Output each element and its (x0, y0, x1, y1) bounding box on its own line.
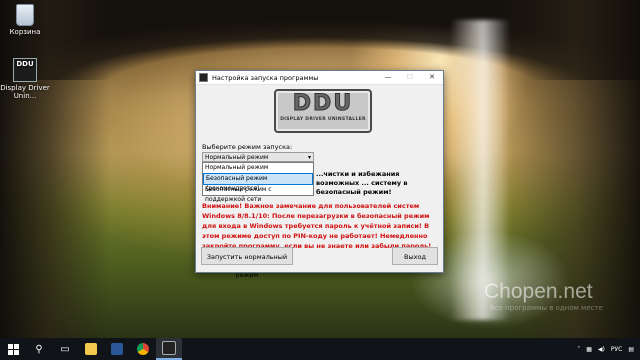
file-explorer-icon (85, 343, 97, 355)
notifications-icon[interactable]: ▤ (628, 346, 634, 353)
mode-combobox[interactable]: Нормальный режим ▾ (202, 152, 314, 162)
volume-icon[interactable]: ◀) (598, 346, 605, 353)
mode-option-safe-network[interactable]: Безопасный режим с поддержкой сети (203, 185, 313, 203)
network-icon[interactable]: ▦ (586, 346, 592, 353)
desktop-icon-ddu[interactable]: DDU Display Driver Unin... (0, 58, 50, 100)
info-text: ...чистки и избежания возможных ... сист… (316, 170, 408, 196)
minimize-button[interactable]: — (377, 71, 399, 84)
mode-option-safe[interactable]: Безопасный режим (рекомендуется) (203, 173, 313, 192)
mode-select-label: Выберите режим запуска: (202, 143, 293, 151)
ddu-icon: DDU (13, 58, 37, 82)
ddu-logo: DDU DISPLAY DRIVER UNINSTALLER (274, 89, 372, 133)
ddu-app-icon (162, 341, 176, 355)
ddu-taskbar-button[interactable] (156, 338, 182, 360)
wallpaper-cave-left (0, 0, 110, 338)
exit-button[interactable]: Выход (392, 247, 438, 265)
window-titlebar[interactable]: Настройка запуска программы — ☐ ✕ (196, 71, 443, 85)
chevron-up-icon[interactable]: ˄ (577, 346, 580, 353)
window-title: Настройка запуска программы (212, 73, 319, 82)
warning-text: Внимание! Важное замечание для пользоват… (202, 202, 432, 250)
search-icon: ⚲ (35, 343, 43, 355)
task-view-button[interactable]: ▭ (52, 338, 78, 360)
mode-combobox-value: Нормальный режим (205, 154, 269, 161)
logo-sub-text: DISPLAY DRIVER UNINSTALLER (280, 117, 366, 122)
chrome-icon (137, 343, 149, 355)
watermark-subtitle: Все программы в одном месте (490, 304, 603, 312)
chrome-button[interactable] (130, 338, 156, 360)
system-tray: ˄ ▦ ◀) РУС ▤ (577, 346, 640, 353)
logo-main-text: DDU (292, 91, 354, 117)
mode-dropdown-list: Нормальный режим Безопасный режим (реком… (202, 162, 314, 203)
task-view-icon: ▭ (60, 343, 70, 355)
start-normal-mode-button[interactable]: Запустить нормальный режим (201, 247, 293, 279)
word-icon (111, 343, 123, 355)
word-button[interactable] (104, 338, 130, 360)
launch-settings-window: Настройка запуска программы — ☐ ✕ DDU DI… (195, 70, 444, 279)
watermark: Chopen.net (484, 280, 593, 303)
close-button[interactable]: ✕ (421, 71, 443, 84)
search-button[interactable]: ⚲ (26, 338, 52, 360)
maximize-button: ☐ (406, 73, 414, 81)
file-explorer-button[interactable] (78, 338, 104, 360)
language-indicator[interactable]: РУС (611, 346, 622, 353)
taskbar: ⚲ ▭ ˄ ▦ ◀) РУС ▤ (0, 338, 640, 360)
mode-option-normal[interactable]: Нормальный режим (203, 163, 313, 173)
windows-icon (7, 343, 19, 355)
start-button[interactable] (0, 338, 26, 360)
recycle-bin-icon (16, 4, 34, 26)
desktop-icon-recycle-bin[interactable]: Корзина (0, 4, 50, 36)
desktop-icon-label: Корзина (9, 28, 41, 36)
app-icon (199, 73, 208, 82)
desktop-icon-label: Display Driver Unin... (0, 84, 50, 100)
ddu-icon-text: DDU (16, 60, 34, 68)
